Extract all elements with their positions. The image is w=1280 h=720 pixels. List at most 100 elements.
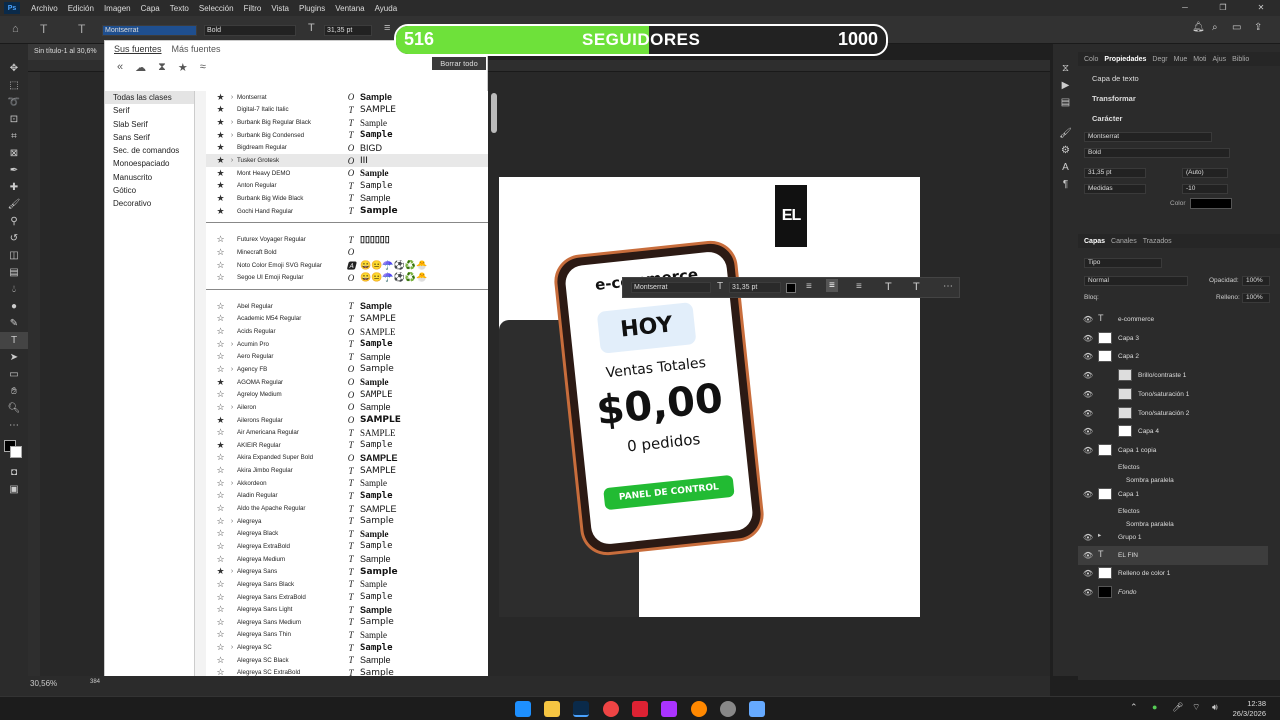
layer-row[interactable]: 👁︎ Tono/saturación 2 — [1078, 404, 1268, 423]
layer-row[interactable]: 👁︎ Capa 4 — [1078, 422, 1268, 441]
tab-channels[interactable]: Canales — [1111, 238, 1137, 245]
recent-filter-icon[interactable]: ⧗ — [158, 61, 166, 74]
layer-filter-field[interactable]: Tipo — [1084, 258, 1162, 268]
visibility-eye-icon[interactable]: 👁︎ — [1078, 371, 1098, 380]
object-select-tool-icon[interactable]: ⊡ — [0, 111, 28, 128]
expand-chevron-icon[interactable]: › — [227, 366, 237, 373]
layer-row[interactable]: 👁︎ Fondo — [1078, 583, 1268, 602]
favorite-star-icon[interactable]: ★ — [214, 130, 227, 141]
align-left-icon[interactable]: ≡ — [806, 281, 812, 292]
favorite-star-icon[interactable]: ★ — [214, 206, 227, 217]
photoshop-taskbar-icon[interactable] — [573, 701, 589, 717]
layer-row[interactable]: 👁︎ Relleno de color 1 — [1078, 564, 1268, 583]
brush-tool-icon[interactable]: 🖌︎ — [0, 196, 28, 213]
favorite-star-icon[interactable]: ☆ — [214, 389, 227, 400]
ctx-size-field[interactable]: 31,35 pt — [729, 282, 781, 293]
font-row[interactable]: ★ › Burbank Big Condensed T Sample — [206, 129, 488, 142]
move-tool-icon[interactable]: ✥ — [0, 60, 28, 77]
menu-archivo[interactable]: Archivo — [26, 4, 63, 13]
font-row[interactable]: ☆ Alegreya Medium T Sample — [206, 553, 488, 566]
paragraph-panel-icon[interactable]: ¶ — [1053, 176, 1078, 193]
blur-tool-icon[interactable]: 💧︎ — [0, 281, 28, 298]
quick-mask-icon[interactable]: ◘ — [0, 464, 28, 481]
gradient-tool-icon[interactable]: ▤ — [0, 264, 28, 281]
similar-filter-icon[interactable]: ≈ — [200, 61, 206, 74]
history-brush-icon[interactable]: ↺ — [0, 230, 28, 247]
actions-play-icon[interactable]: ▶ — [1053, 77, 1078, 94]
favorite-star-icon[interactable]: ☆ — [214, 554, 227, 565]
expand-chevron-icon[interactable]: › — [227, 157, 237, 164]
tab-libraries[interactable]: Biblio — [1232, 56, 1249, 63]
char-font-field[interactable]: Montserrat — [1084, 132, 1212, 142]
font-row[interactable]: ☆ Segoe UI Emoji Regular O 😀😐☂️⚽♻️🐣 — [206, 271, 488, 284]
warp-text-icon[interactable]: T — [885, 281, 892, 293]
comments-icon[interactable]: ▤ — [1053, 94, 1078, 111]
tray-chevron-icon[interactable]: ⌃ — [1130, 702, 1138, 713]
share-icon[interactable]: ⇪ — [1254, 22, 1262, 33]
font-row[interactable]: ★ Digital-7 Italic Italic T SAMPLE — [206, 104, 488, 117]
favorite-star-icon[interactable]: ★ — [214, 104, 227, 115]
favorite-star-icon[interactable]: ☆ — [214, 490, 227, 501]
layer-row[interactable]: 👁︎ Brillo/contraste 1 — [1078, 366, 1268, 385]
font-row[interactable]: ☆ Academic M54 Regular T SAMPLE — [206, 313, 488, 326]
tab-properties[interactable]: Propiedades — [1104, 56, 1146, 63]
more-options-icon[interactable]: ⋯ — [943, 281, 953, 292]
font-row[interactable]: ☆ Alegreya Sans ExtraBold T Sample — [206, 591, 488, 604]
shape-tool-icon[interactable]: ▭ — [0, 366, 28, 383]
character-section[interactable]: Carácter — [1078, 112, 1280, 126]
favorite-star-icon[interactable]: ★ — [214, 193, 227, 204]
menu-capa[interactable]: Capa — [136, 4, 165, 13]
maximize-icon[interactable]: ❐ — [1204, 0, 1242, 16]
microphone-icon[interactable]: 🎤︎ — [1172, 702, 1183, 713]
blend-mode-select[interactable]: Normal — [1084, 276, 1188, 286]
align-left-icon[interactable]: ≡ — [384, 22, 390, 34]
tab-color[interactable]: Colo — [1084, 56, 1098, 63]
ctx-color-swatch[interactable] — [786, 283, 796, 293]
tab-your-fonts[interactable]: Sus fuentes — [114, 44, 162, 54]
favorite-star-icon[interactable]: ☆ — [214, 642, 227, 653]
font-row[interactable]: ★ › Tusker Grotesk O III — [206, 154, 488, 167]
layer-row[interactable]: 👁︎ ▸ Grupo 1 — [1078, 528, 1268, 547]
wifi-icon[interactable]: ⌔ — [1192, 702, 1200, 713]
favorites-filter-icon[interactable]: ★ — [178, 61, 188, 74]
font-row[interactable]: ★ › Montserrat O Sample — [206, 91, 488, 104]
layer-row[interactable]: 👁︎ T EL FIN — [1078, 546, 1268, 565]
premiere-icon[interactable] — [661, 701, 677, 717]
zoom-level[interactable]: 30,56% — [30, 679, 57, 688]
font-class-item[interactable]: Decorativo — [105, 197, 194, 210]
char-tracking-field[interactable]: -10 — [1182, 184, 1228, 194]
text-options-icon[interactable]: T — [913, 281, 920, 293]
minimize-icon[interactable]: ─ — [1166, 0, 1204, 16]
font-row[interactable]: ☆ › Aileron O Sample — [206, 401, 488, 414]
visibility-eye-icon[interactable]: 👁︎ — [1078, 446, 1098, 455]
font-row[interactable]: ☆ Akira Jimbo Regular T SAMPLE — [206, 464, 488, 477]
visibility-eye-icon[interactable]: 👁︎ — [1078, 533, 1098, 542]
screen-mode-icon[interactable]: ▣ — [0, 481, 28, 498]
favorite-star-icon[interactable]: ★ — [214, 415, 227, 426]
favorite-star-icon[interactable]: ★ — [214, 92, 227, 103]
expand-chevron-icon[interactable]: › — [227, 644, 237, 651]
font-row[interactable]: ★ Mont Heavy DEMO O Sample — [206, 167, 488, 180]
file-explorer-icon[interactable] — [544, 701, 560, 717]
expand-chevron-icon[interactable]: › — [227, 132, 237, 139]
favorite-star-icon[interactable]: ☆ — [214, 541, 227, 552]
visibility-eye-icon[interactable]: 👁︎ — [1078, 390, 1098, 399]
clock[interactable]: 12:38 26/3/2026 — [1233, 699, 1266, 719]
favorite-star-icon[interactable]: ☆ — [214, 247, 227, 258]
font-class-item[interactable]: Gótico — [105, 184, 194, 197]
favorite-star-icon[interactable]: ☆ — [214, 452, 227, 463]
font-row[interactable]: ☆ › Alegreya SC T Sample — [206, 641, 488, 654]
favorite-star-icon[interactable]: ☆ — [214, 364, 227, 375]
char-kerning-field[interactable]: Medidas — [1084, 184, 1146, 194]
pen-tool-icon[interactable]: ✎ — [0, 315, 28, 332]
font-row[interactable]: ★ Bigdream Regular O BIGD — [206, 142, 488, 155]
expand-chevron-icon[interactable]: › — [227, 404, 237, 411]
font-class-item[interactable]: Sans Serif — [105, 131, 194, 144]
align-right-icon[interactable]: ≡ — [856, 281, 862, 292]
favorite-star-icon[interactable]: ☆ — [214, 503, 227, 514]
frame-tool-icon[interactable]: ⊠ — [0, 145, 28, 162]
character-panel-icon[interactable]: A — [1053, 159, 1078, 176]
font-class-item[interactable]: Manuscrito — [105, 171, 194, 184]
visibility-eye-icon[interactable]: 👁︎ — [1078, 315, 1098, 324]
font-row[interactable]: ☆ Aladin Regular T Sample — [206, 490, 488, 503]
